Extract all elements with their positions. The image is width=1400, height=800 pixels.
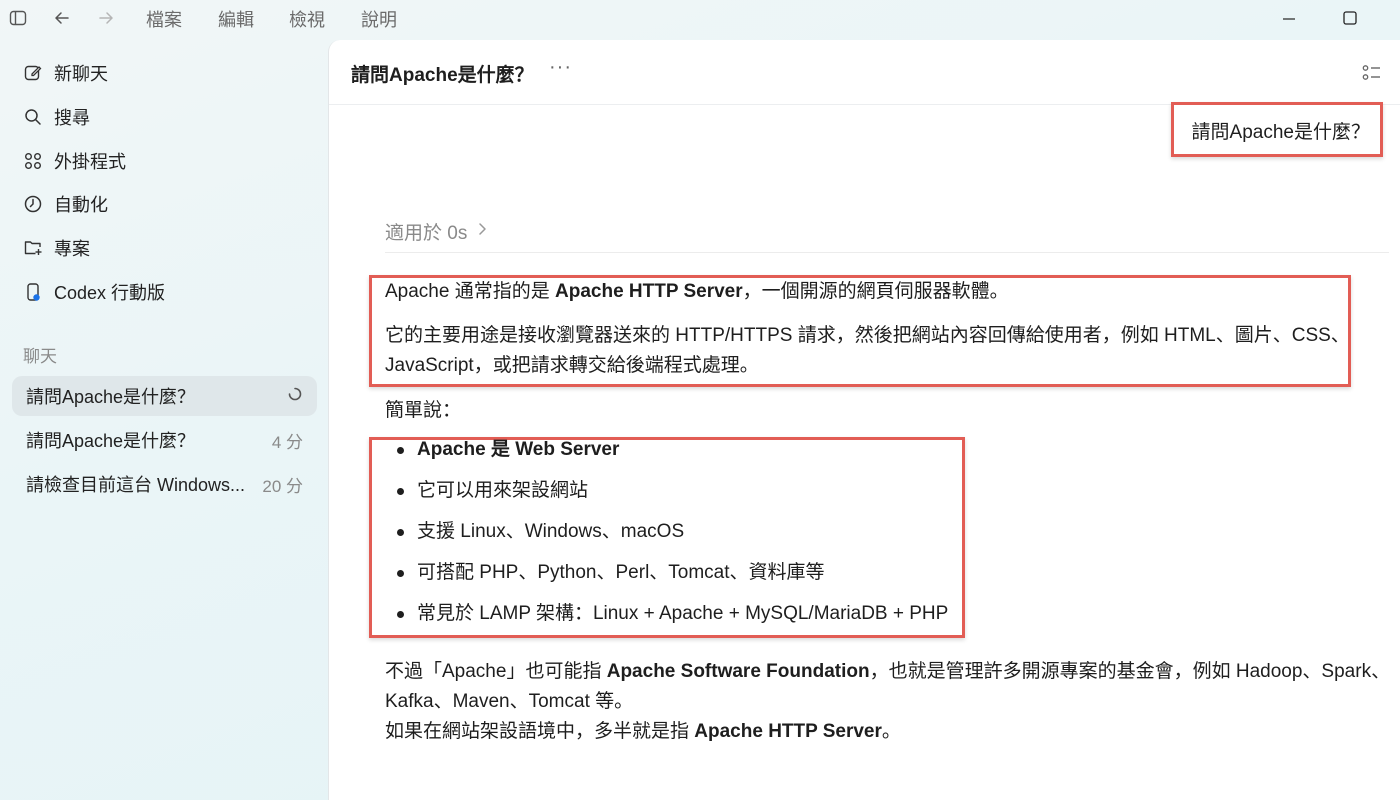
nav-search[interactable]: 搜尋 <box>22 101 312 133</box>
minimize-icon[interactable] <box>1277 6 1301 30</box>
app-window: 檔案 編輯 檢視 說明 新聊天 搜尋 外掛程式 自動化 專案 Codex 行動版… <box>0 0 1400 800</box>
chat-title: 請問Apache是什麼？ <box>26 431 196 451</box>
title-bar: 檔案 編輯 檢視 說明 <box>0 0 1400 36</box>
worked-label: 適用於 0s <box>385 223 468 244</box>
folder-add-icon <box>22 237 44 259</box>
response-text: 它的主要用途是接收瀏覽器送來的 HTTP/HTTPS 請求，然後把網站內容回傳給… <box>385 325 1350 346</box>
summary-list: Apache 是 Web Server 它可以用來架設網站 支援 Linux、W… <box>385 435 948 640</box>
nav-label: 自動化 <box>54 195 108 215</box>
nav-automation[interactable]: 自動化 <box>22 188 312 220</box>
nav-new-chat[interactable]: 新聊天 <box>22 57 312 89</box>
task-list-icon[interactable] <box>1361 62 1383 84</box>
nav-label: 搜尋 <box>54 108 90 128</box>
response-bold-text: Apache HTTP Server <box>555 281 743 302</box>
list-item-text: 它可以用來架設網站 <box>417 480 589 501</box>
menu-file[interactable]: 檔案 <box>146 6 182 32</box>
response-paragraph: 它的主要用途是接收瀏覽器送來的 HTTP/HTTPS 請求，然後把網站內容回傳給… <box>385 321 1350 381</box>
menu-edit[interactable]: 編輯 <box>218 6 254 32</box>
response-text: Apache 通常指的是 <box>385 281 555 302</box>
more-options-button[interactable]: ··· <box>549 56 572 79</box>
list-item: 常見於 LAMP 架構：Linux + Apache + MySQL/Maria… <box>385 599 948 640</box>
chat-item[interactable]: 請問Apache是什麼？ 4 分 <box>12 420 317 460</box>
response-paragraph: Apache 通常指的是 Apache HTTP Server，一個開源的網頁伺… <box>385 277 1009 307</box>
nav-label: Codex 行動版 <box>54 283 166 303</box>
response-text: 不過「Apache」也可能指 <box>385 661 607 682</box>
response-text: 。 <box>881 721 901 742</box>
sidebar: 新聊天 搜尋 外掛程式 自動化 專案 Codex 行動版 聊天 請問Apache… <box>0 40 328 800</box>
user-message-bubble: 請問Apache是什麼？ <box>1170 102 1383 157</box>
list-item: 可搭配 PHP、Python、Perl、Tomcat、資料庫等 <box>385 558 948 599</box>
summary-label: 簡單說： <box>385 400 462 421</box>
menu-view[interactable]: 檢視 <box>289 6 325 32</box>
edit-icon <box>22 62 44 84</box>
nav-codex-mobile[interactable]: Codex 行動版 <box>22 276 312 308</box>
nav-projects[interactable]: 專案 <box>22 232 312 264</box>
back-arrow-icon[interactable] <box>52 8 72 28</box>
nav-label: 新聊天 <box>54 64 108 84</box>
chat-title-heading: 請問Apache是什麼？ <box>351 65 534 86</box>
list-item: Apache 是 Web Server <box>385 435 948 476</box>
response-text: ，也就是管理許多開源專案的基金會，例如 Hadoop、Spark、 <box>869 661 1391 682</box>
chat-item[interactable]: 請問Apache是什麼？ <box>12 376 317 416</box>
response-text: 如果在網站架設語境中，多半就是指 <box>385 721 695 742</box>
response-text: JavaScript，或把請求轉交給後端程式處理。 <box>385 355 759 376</box>
divider <box>385 252 1389 253</box>
chat-title: 請檢查目前這台 Windows... <box>26 475 246 495</box>
list-item: 支援 Linux、Windows、macOS <box>385 517 948 558</box>
loading-spinner-icon <box>287 386 303 407</box>
chat-panel: 請問Apache是什麼？ ··· 請問Apache是什麼？ 適用於 0s Apa… <box>328 40 1400 800</box>
response-bold-text: Apache Software Foundation <box>606 661 870 682</box>
list-item-text: 常見於 LAMP 架構：Linux + Apache + MySQL/Maria… <box>417 603 949 624</box>
list-item-text: 支援 Linux、Windows、macOS <box>417 521 685 542</box>
list-item-text: Apache 是 Web Server <box>417 439 620 460</box>
chat-item[interactable]: 請檢查目前這台 Windows... 20 分 <box>12 464 317 504</box>
list-item: 它可以用來架設網站 <box>385 476 948 517</box>
maximize-icon[interactable] <box>1338 6 1362 30</box>
clock-icon <box>22 193 44 215</box>
chats-section-label: 聊天 <box>23 347 57 366</box>
sidebar-toggle-icon[interactable] <box>8 8 28 28</box>
forward-arrow-icon[interactable] <box>96 8 116 28</box>
plugins-icon <box>22 150 44 172</box>
menu-help[interactable]: 說明 <box>361 6 397 32</box>
nav-label: 專案 <box>54 239 90 259</box>
mobile-icon <box>22 281 44 303</box>
response-text: Kafka、Maven、Tomcat 等。 <box>385 691 634 712</box>
chat-time: 20 分 <box>262 476 303 496</box>
nav-plugins[interactable]: 外掛程式 <box>22 145 312 177</box>
nav-label: 外掛程式 <box>54 152 126 172</box>
response-text: ，一個開源的網頁伺服器軟體。 <box>742 281 1009 302</box>
worked-duration-toggle[interactable]: 適用於 0s <box>385 218 489 245</box>
chevron-right-icon <box>477 222 489 241</box>
response-paragraph: 不過「Apache」也可能指 Apache Software Foundatio… <box>385 657 1390 747</box>
list-item-text: 可搭配 PHP、Python、Perl、Tomcat、資料庫等 <box>417 562 825 583</box>
chat-header: 請問Apache是什麼？ ··· <box>329 40 1400 105</box>
chat-title: 請問Apache是什麼？ <box>26 387 196 407</box>
search-icon <box>22 106 44 128</box>
chat-time: 4 分 <box>271 432 303 452</box>
response-bold-text: Apache HTTP Server <box>694 721 882 742</box>
